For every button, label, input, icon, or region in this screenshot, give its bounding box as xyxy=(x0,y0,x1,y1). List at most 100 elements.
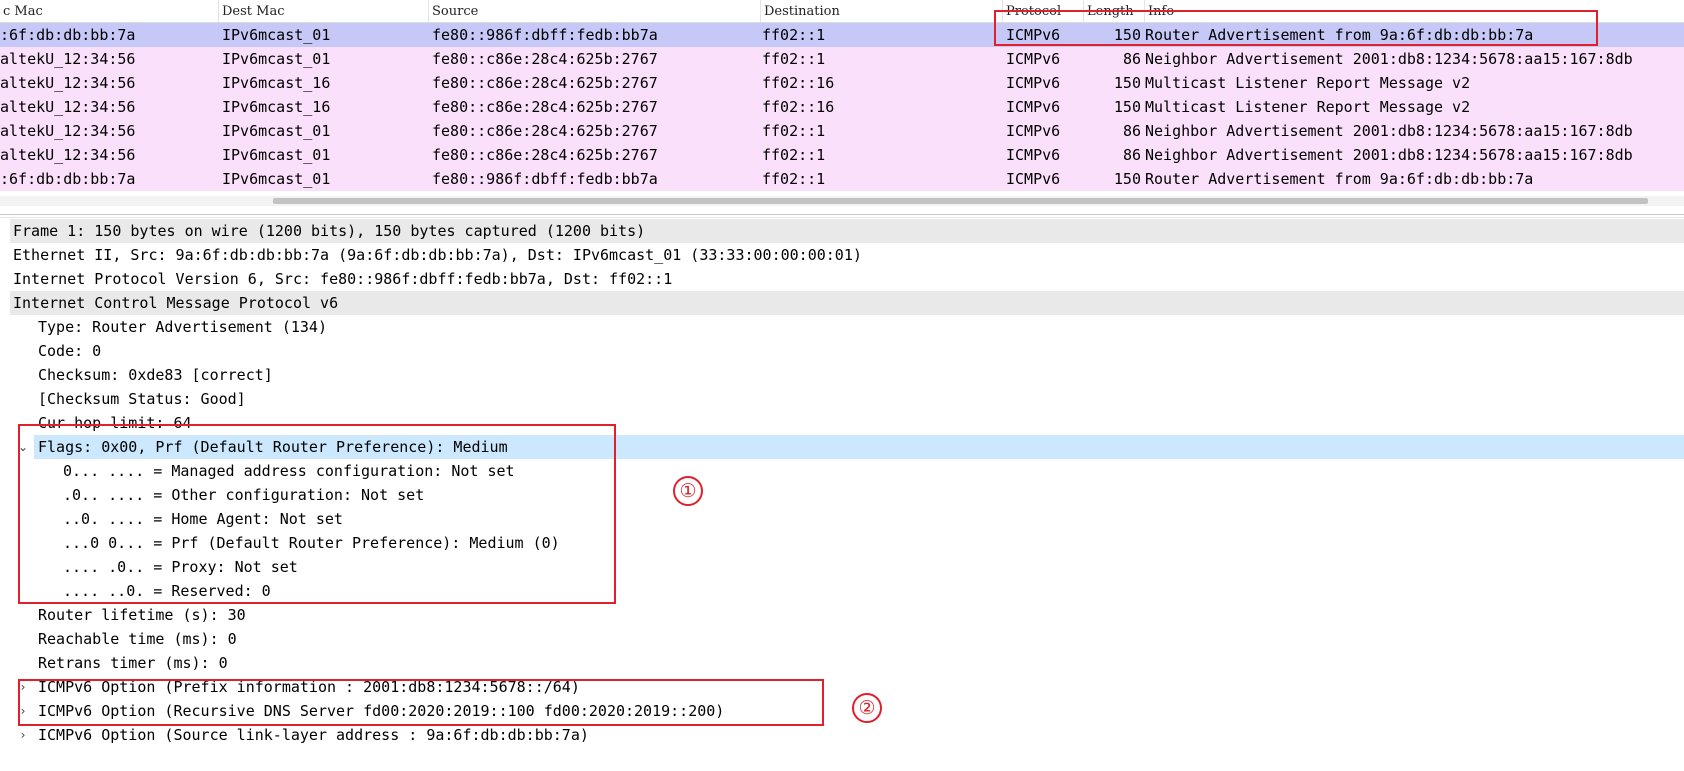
detail-tree-label: .0.. .... = Other configuration: Not set xyxy=(63,486,425,504)
packet-cell-dest-mac: IPv6mcast_16 xyxy=(222,98,331,116)
packet-cell-info: Router Advertisement from 9a:6f:db:db:bb… xyxy=(1145,170,1534,188)
packet-cell-source: fe80::c86e:28c4:625b:2767 xyxy=(432,122,658,140)
packet-cell-source: fe80::c86e:28c4:625b:2767 xyxy=(432,74,658,92)
detail-tree-label: Frame 1: 150 bytes on wire (1200 bits), … xyxy=(13,222,646,240)
annotation-marker-2: ② xyxy=(852,693,882,723)
detail-tree-label: Type: Router Advertisement (134) xyxy=(38,318,327,336)
detail-tree-item[interactable]: ...0 0... = Prf (Default Router Preferen… xyxy=(0,531,1684,555)
packet-row[interactable]: altekU_12:34:56 IPv6mcast_16 fe80::c86e:28… xyxy=(0,95,1684,119)
column-header-destination[interactable]: Destination xyxy=(761,3,1004,21)
detail-tree-label: Cur hop limit: 64 xyxy=(38,414,192,432)
column-header-info[interactable]: Info xyxy=(1145,3,1678,21)
detail-tree-label: Ethernet II, Src: 9a:6f:db:db:bb:7a (9a:… xyxy=(13,246,862,264)
packet-cell-destination: ff02::1 xyxy=(762,26,826,44)
packet-cell-length: 86 xyxy=(1122,122,1141,140)
detail-tree-label: [Checksum Status: Good] xyxy=(38,390,246,408)
packet-cell-source: fe80::c86e:28c4:625b:2767 xyxy=(432,98,658,116)
detail-tree-label: Code: 0 xyxy=(38,342,102,360)
packet-cell-length: 150 xyxy=(1113,170,1141,188)
detail-tree-item[interactable]: Code: 0 xyxy=(0,339,1684,363)
packet-cell-destination: ff02::16 xyxy=(762,98,835,116)
packet-cell-destination: ff02::1 xyxy=(762,50,826,68)
detail-tree-label: Router lifetime (s): 30 xyxy=(38,606,246,624)
detail-tree-item[interactable]: ⌄ Flags: 0x00, Prf (Default Router Prefer… xyxy=(0,435,1684,459)
column-header-source[interactable]: Source xyxy=(429,3,762,21)
packet-list-horizontal-scrollbar[interactable] xyxy=(0,196,1684,206)
detail-tree-label: ICMPv6 Option (Recursive DNS Server fd00… xyxy=(38,702,725,720)
detail-tree-item[interactable]: ..0. .... = Home Agent: Not set xyxy=(0,507,1684,531)
packet-row[interactable]: :6f:db:db:bb:7a IPv6mcast_01 fe80::986f:db… xyxy=(0,23,1684,47)
column-header-protocol[interactable]: Protocol xyxy=(1003,3,1086,21)
packet-cell-dest-mac: IPv6mcast_01 xyxy=(222,170,331,188)
packet-cell-src-mac: altekU_12:34:56 xyxy=(0,146,136,164)
packet-cell-protocol: ICMPv6 xyxy=(1006,146,1061,164)
detail-tree-label: ICMPv6 Option (Prefix information : 2001… xyxy=(38,678,580,696)
packet-row[interactable]: altekU_12:34:56 IPv6mcast_01 fe80::c86e:28… xyxy=(0,47,1684,71)
detail-tree-item[interactable]: 0... .... = Managed address configuratio… xyxy=(0,459,1684,483)
detail-tree-item[interactable]: [Checksum Status: Good] xyxy=(0,387,1684,411)
packet-cell-dest-mac: IPv6mcast_01 xyxy=(222,26,331,44)
collapsed-arrow-icon[interactable]: › xyxy=(17,675,29,699)
packet-cell-src-mac: altekU_12:34:56 xyxy=(0,122,136,140)
detail-tree-label: Flags: 0x00, Prf (Default Router Prefere… xyxy=(38,438,508,456)
detail-tree-item[interactable]: Internet Protocol Version 6, Src: fe80::… xyxy=(0,267,1684,291)
packet-row[interactable]: altekU_12:34:56 IPv6mcast_01 fe80::c86e:28… xyxy=(0,119,1684,143)
packet-cell-destination: ff02::1 xyxy=(762,122,826,140)
detail-tree-item[interactable]: › ICMPv6 Option (Source link-layer addres… xyxy=(0,723,1684,747)
detail-tree-item[interactable]: › ICMPv6 Option (Prefix information : 200… xyxy=(0,675,1684,699)
packet-cell-protocol: ICMPv6 xyxy=(1006,170,1061,188)
collapsed-arrow-icon[interactable]: › xyxy=(17,723,29,747)
packet-cell-length: 150 xyxy=(1113,98,1141,116)
packet-row[interactable]: altekU_12:34:56 IPv6mcast_16 fe80::c86e:28… xyxy=(0,71,1684,95)
annotation-marker-1: ① xyxy=(673,476,703,506)
scrollbar-thumb[interactable] xyxy=(273,198,1648,204)
detail-tree-item[interactable]: Retrans timer (ms): 0 xyxy=(0,651,1684,675)
packet-cell-info: Neighbor Advertisement 2001:db8:1234:567… xyxy=(1145,122,1633,140)
packet-cell-protocol: ICMPv6 xyxy=(1006,122,1061,140)
packet-cell-src-mac: altekU_12:34:56 xyxy=(0,50,136,68)
packet-list[interactable]: :6f:db:db:bb:7a IPv6mcast_01 fe80::986f:db… xyxy=(0,23,1684,191)
packet-cell-info: Multicast Listener Report Message v2 xyxy=(1145,98,1471,116)
detail-tree-item[interactable]: Cur hop limit: 64 xyxy=(0,411,1684,435)
expanded-arrow-icon[interactable]: ⌄ xyxy=(17,435,29,459)
pane-splitter[interactable] xyxy=(0,214,1684,218)
packet-row[interactable]: :6f:db:db:bb:7a IPv6mcast_01 fe80::986f:db… xyxy=(0,167,1684,191)
detail-tree-label: .... ..0. = Reserved: 0 xyxy=(63,582,271,600)
detail-tree-item[interactable]: Type: Router Advertisement (134) xyxy=(0,315,1684,339)
packet-cell-length: 150 xyxy=(1113,26,1141,44)
detail-tree-item[interactable]: Checksum: 0xde83 [correct] xyxy=(0,363,1684,387)
detail-tree-label: ICMPv6 Option (Source link-layer address… xyxy=(38,726,589,744)
packet-cell-dest-mac: IPv6mcast_01 xyxy=(222,122,331,140)
packet-cell-protocol: ICMPv6 xyxy=(1006,26,1061,44)
detail-tree-label: Retrans timer (ms): 0 xyxy=(38,654,228,672)
detail-tree-item[interactable]: Router lifetime (s): 30 xyxy=(0,603,1684,627)
detail-tree-item[interactable]: › ICMPv6 Option (Recursive DNS Server fd0… xyxy=(0,699,1684,723)
detail-tree-label: Reachable time (ms): 0 xyxy=(38,630,237,648)
packet-cell-dest-mac: IPv6mcast_01 xyxy=(222,146,331,164)
detail-tree-item[interactable]: Reachable time (ms): 0 xyxy=(0,627,1684,651)
packet-cell-length: 86 xyxy=(1122,146,1141,164)
packet-cell-src-mac: altekU_12:34:56 xyxy=(0,74,136,92)
detail-tree-item[interactable]: Internet Control Message Protocol v6 xyxy=(0,291,1684,315)
packet-cell-protocol: ICMPv6 xyxy=(1006,50,1061,68)
packet-cell-info: Neighbor Advertisement 2001:db8:1234:567… xyxy=(1145,146,1633,164)
detail-tree-item[interactable]: .0.. .... = Other configuration: Not set xyxy=(0,483,1684,507)
column-header-length[interactable]: Length xyxy=(1084,3,1147,21)
packet-cell-src-mac: :6f:db:db:bb:7a xyxy=(0,26,136,44)
detail-tree-item[interactable]: Frame 1: 150 bytes on wire (1200 bits), … xyxy=(0,219,1684,243)
detail-tree-item[interactable]: .... .0.. = Proxy: Not set xyxy=(0,555,1684,579)
column-header-dest-mac[interactable]: Dest Mac xyxy=(219,3,430,21)
detail-tree-label: ...0 0... = Prf (Default Router Preferen… xyxy=(63,534,560,552)
detail-tree-item[interactable]: .... ..0. = Reserved: 0 xyxy=(0,579,1684,603)
column-header-src-mac[interactable]: c Mac xyxy=(0,3,221,21)
packet-cell-source: fe80::986f:dbff:fedb:bb7a xyxy=(432,26,658,44)
packet-cell-source: fe80::c86e:28c4:625b:2767 xyxy=(432,50,658,68)
packet-row[interactable]: altekU_12:34:56 IPv6mcast_01 fe80::c86e:28… xyxy=(0,143,1684,167)
packet-details-tree[interactable]: Frame 1: 150 bytes on wire (1200 bits), … xyxy=(0,219,1684,771)
detail-tree-item[interactable]: Ethernet II, Src: 9a:6f:db:db:bb:7a (9a:… xyxy=(0,243,1684,267)
packet-cell-source: fe80::c86e:28c4:625b:2767 xyxy=(432,146,658,164)
packet-cell-destination: ff02::1 xyxy=(762,146,826,164)
collapsed-arrow-icon[interactable]: › xyxy=(17,699,29,723)
packet-cell-destination: ff02::1 xyxy=(762,170,826,188)
packet-cell-dest-mac: IPv6mcast_01 xyxy=(222,50,331,68)
